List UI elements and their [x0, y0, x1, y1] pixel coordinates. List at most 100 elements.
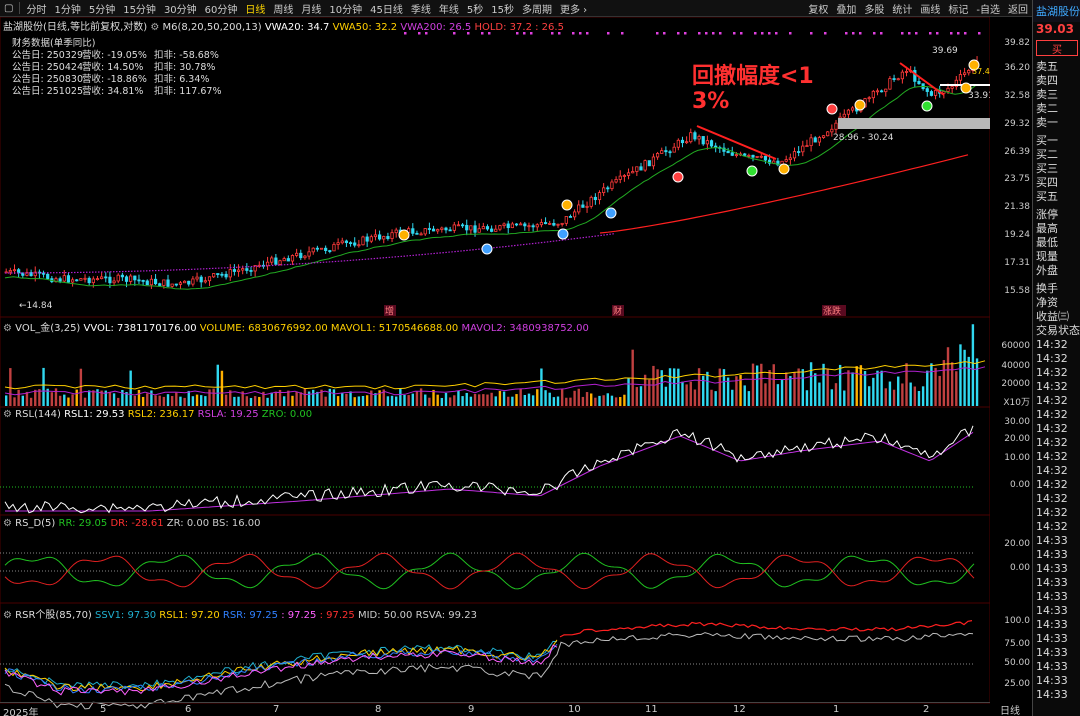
toolbar-action-7[interactable]: 返回 [1004, 1, 1032, 16]
rsl1-value: RSL1: 29.53 [64, 409, 125, 420]
volume-bar [270, 392, 273, 406]
volume-bar [312, 389, 315, 406]
candle-body [900, 71, 904, 80]
volume-bar [585, 392, 589, 406]
rsr-title: RSR个股(85,70) [15, 610, 92, 621]
signal-dot [824, 32, 827, 35]
period-label: 日线 [1000, 706, 1020, 716]
toolbar-action-5[interactable]: 标记 [944, 1, 972, 16]
candle-body [589, 196, 593, 207]
toolbar-action-4[interactable]: 画线 [916, 1, 944, 16]
volume-bar [432, 389, 435, 406]
toolbar-action-1[interactable]: 叠加 [832, 1, 860, 16]
volume-bar [83, 397, 87, 406]
buy-button[interactable]: 买 [1036, 40, 1078, 56]
signal-dot [775, 32, 778, 35]
candle-body [440, 227, 444, 230]
gear-icon[interactable]: ⚙ [3, 518, 12, 529]
candle-body [307, 251, 311, 257]
tick-time-20: 14:33 [1036, 618, 1068, 631]
period-tab-13[interactable]: 5秒 [463, 1, 487, 16]
candle-body [386, 236, 390, 239]
tick-time-8: 14:32 [1036, 450, 1068, 463]
period-tab-11[interactable]: 季线 [407, 1, 435, 16]
volume-bar [975, 358, 979, 406]
volume-bar [469, 396, 473, 406]
period-tab-6[interactable]: 日线 [241, 1, 269, 16]
period-tab-0[interactable]: 分时 [22, 1, 50, 16]
period-tab-12[interactable]: 年线 [435, 1, 463, 16]
volume-bar [656, 369, 659, 406]
volume-bar [258, 396, 261, 406]
volume-bar [685, 384, 688, 406]
period-tab-1[interactable]: 1分钟 [50, 1, 84, 16]
gear-icon[interactable]: ⚙ [3, 409, 12, 420]
time-tick-0: 2025年 [3, 708, 39, 716]
volume-bar [112, 393, 116, 406]
gear-icon[interactable]: ⚙ [3, 323, 12, 334]
volume-bar [473, 394, 477, 406]
period-tab-14[interactable]: 15秒 [487, 1, 518, 16]
gear-icon[interactable]: ⚙ [3, 610, 12, 621]
trade-status-title: 交易状态 [1036, 324, 1080, 337]
volume-bar [888, 381, 892, 406]
toolbar-action-2[interactable]: 多股 [860, 1, 888, 16]
period-tab-16[interactable]: 更多 › [556, 1, 591, 16]
period-tab-7[interactable]: 周线 [269, 1, 297, 16]
rsr-header: ⚙ RSR个股(85,70) SSV1: 97.30 RSL1: 97.20 R… [3, 606, 477, 621]
volume-bar [946, 347, 950, 406]
tick-time-10: 14:32 [1036, 478, 1068, 491]
tick-time-6: 14:32 [1036, 422, 1068, 435]
quote-name: 盐湖股份 [1033, 0, 1080, 22]
candle-body [888, 78, 892, 90]
signal-dot [852, 32, 855, 35]
signal-dot [740, 32, 743, 35]
candle-body [651, 156, 656, 167]
volume-bar [938, 375, 941, 406]
candle-body [311, 247, 315, 253]
volume-bar [867, 386, 871, 406]
candle-body [527, 225, 531, 228]
candle-body [539, 222, 544, 226]
volume-bar [428, 397, 431, 406]
volume-bar [137, 389, 141, 406]
candle-body [842, 113, 846, 118]
volume-bar [158, 395, 161, 406]
period-tab-3[interactable]: 15分钟 [119, 1, 160, 16]
menu-icon[interactable]: ▢ [0, 3, 17, 14]
toolbar-action-3[interactable]: 统计 [888, 1, 916, 16]
toolbar-action-6[interactable]: -自选 [972, 1, 1004, 16]
candle-body [705, 140, 709, 145]
tick-time-19: 14:33 [1036, 604, 1068, 617]
volume-bar [75, 389, 78, 406]
candle-body [295, 252, 299, 256]
period-tab-4[interactable]: 30分钟 [160, 1, 201, 16]
volume-bar [71, 394, 74, 406]
period-tab-9[interactable]: 10分钟 [325, 1, 366, 16]
volume-bar [42, 367, 45, 406]
period-tab-10[interactable]: 45日线 [366, 1, 407, 16]
axis-label: 17.31 [1004, 258, 1030, 268]
volume-bar [590, 393, 593, 406]
volume-bar [826, 368, 829, 406]
tick-time-16: 14:33 [1036, 562, 1068, 575]
candle-body [87, 277, 91, 284]
toolbar-action-0[interactable]: 复权 [804, 1, 832, 16]
candle-body [286, 258, 290, 262]
candle-body [834, 122, 838, 130]
candle-body [357, 244, 361, 247]
signal-marker-icon [854, 99, 866, 111]
volume-bar [237, 396, 240, 406]
volume-bar [79, 368, 83, 406]
volume-bar [440, 397, 444, 406]
volume-bar [872, 377, 875, 406]
signal-dot [705, 32, 708, 35]
period-tab-2[interactable]: 5分钟 [85, 1, 119, 16]
candle-body [473, 225, 477, 233]
time-tick-3: 7 [273, 704, 280, 715]
period-tab-15[interactable]: 多周期 [518, 1, 556, 16]
candle-body [826, 131, 830, 137]
period-tab-8[interactable]: 月线 [297, 1, 325, 16]
volume-bar [204, 396, 207, 406]
period-tab-5[interactable]: 60分钟 [201, 1, 242, 16]
